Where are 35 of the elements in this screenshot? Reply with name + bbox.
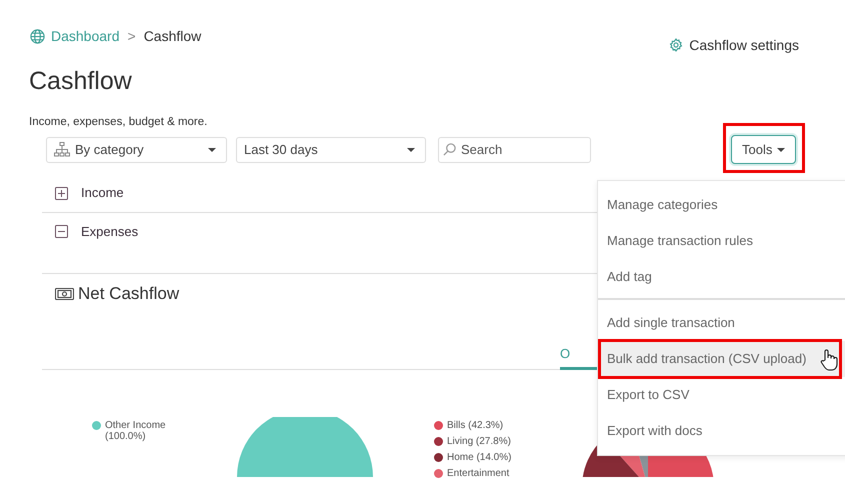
section-label[interactable]: Expenses — [81, 225, 138, 239]
caret-icon — [208, 148, 216, 152]
menu-item[interactable]: Add single transaction — [598, 305, 845, 341]
menu-item[interactable]: Export to CSV — [598, 377, 845, 413]
page-subtitle: Income, expenses, budget & more. — [29, 116, 208, 128]
gear-icon — [669, 38, 684, 52]
legend-label: Entertainment — [447, 468, 510, 479]
hand-cursor-icon — [820, 349, 838, 371]
caret-icon — [407, 148, 415, 152]
section-title: Net Cashflow — [78, 284, 180, 304]
section-label[interactable]: Income — [81, 186, 124, 200]
search-icon — [443, 142, 456, 156]
dropdown[interactable]: Last 30 days — [236, 136, 426, 162]
globe-icon — [30, 28, 45, 44]
dropdown[interactable]: By category — [46, 136, 227, 162]
legend-label: Other Income (100.0%) — [105, 420, 167, 442]
caret-icon — [777, 148, 786, 152]
tools-button[interactable]: Tools — [731, 135, 796, 164]
menu-item[interactable]: Manage transaction rules — [598, 223, 845, 259]
breadcrumb-current: Cashflow — [144, 28, 202, 44]
legend-label: Living (27.8%) — [447, 436, 511, 447]
page-title: Cashflow — [29, 66, 132, 96]
breadcrumb-separator: > — [128, 28, 136, 44]
menu-item[interactable]: Add tag — [598, 259, 845, 295]
collapse-icon[interactable] — [55, 225, 68, 238]
banknote-icon — [55, 288, 74, 300]
menu-item[interactable]: Bulk add transaction (CSV upload) — [598, 341, 845, 377]
breadcrumb-link[interactable]: Dashboard — [51, 28, 120, 44]
menu-item[interactable]: Manage categories — [598, 187, 845, 223]
expand-icon[interactable] — [55, 186, 68, 200]
legend-label: Home (14.0%) — [447, 452, 512, 463]
search-field[interactable]: Search — [438, 136, 591, 162]
menu-item[interactable]: Export with docs — [598, 413, 845, 449]
legend-label: Bills (42.3%) — [447, 420, 504, 431]
settings-link[interactable]: Cashflow settings — [669, 36, 799, 54]
